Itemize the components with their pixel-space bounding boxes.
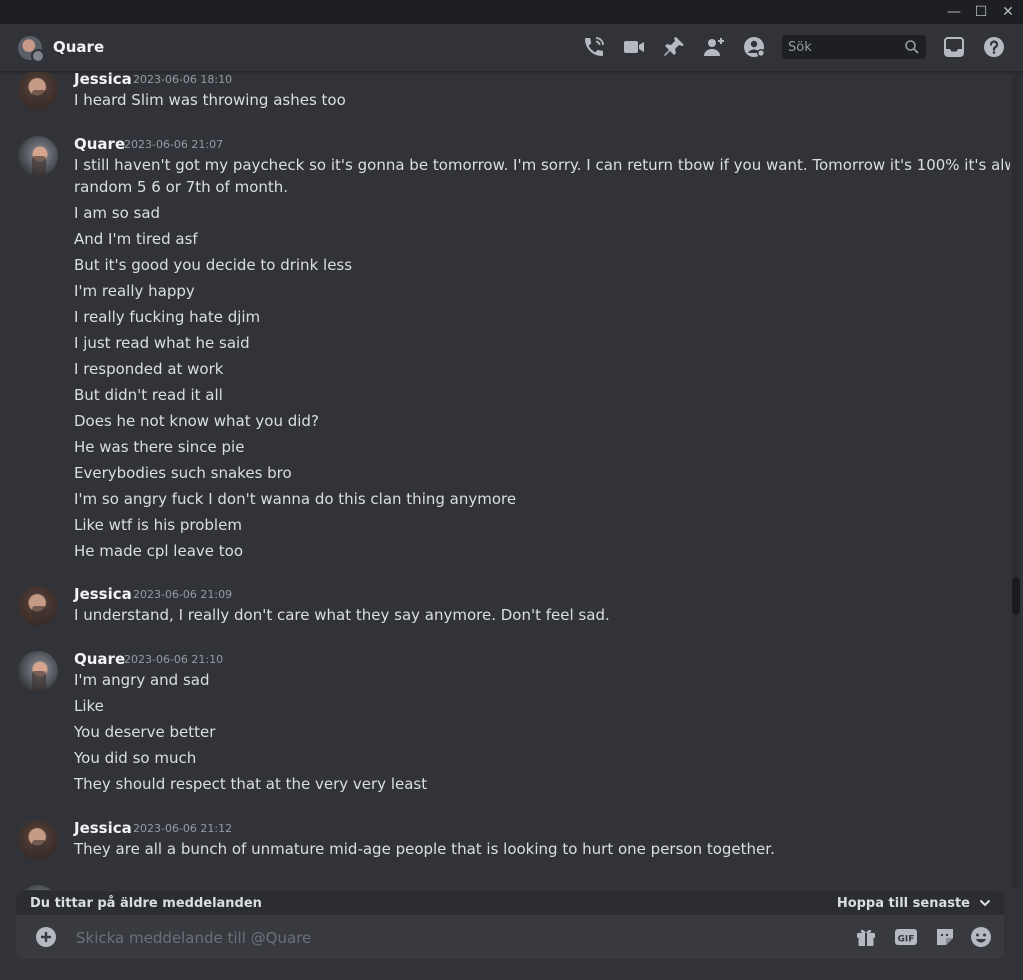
message-text: You deserve better	[74, 723, 216, 741]
message-text: I still haven't got my paycheck so it's …	[74, 156, 1010, 174]
message-text: Everybodies such snakes bro	[74, 464, 292, 482]
gif-icon[interactable]: GIF	[894, 925, 918, 949]
message-text: I'm really happy	[74, 282, 195, 300]
message-text: I'm so angry fuck I don't wanna do this …	[74, 490, 517, 508]
scrollbar-track[interactable]	[1012, 72, 1020, 890]
author-name[interactable]: Jessica	[74, 585, 132, 603]
jump-to-present-button[interactable]: Hoppa till senaste	[837, 896, 970, 911]
message-text: I really fucking hate djim	[74, 308, 261, 326]
emoji-icon[interactable]	[969, 925, 993, 949]
message-timestamp: 2023-06-06 21:07	[124, 138, 224, 151]
message-text: They should respect that at the very ver…	[74, 775, 428, 793]
author-avatar[interactable]	[18, 72, 58, 110]
search-box[interactable]	[782, 35, 926, 59]
dm-avatar[interactable]	[18, 36, 45, 63]
message-text: random 5 6 or 7th of month.	[74, 178, 289, 196]
plus-icon[interactable]	[34, 925, 58, 949]
message-text: But didn't read it all	[74, 386, 223, 404]
message-text: He was there since pie	[74, 438, 245, 456]
older-messages-label: Du tittar på äldre meddelanden	[30, 896, 262, 911]
message-text: I am so sad	[74, 204, 161, 222]
pin-icon[interactable]	[662, 35, 686, 59]
message-timestamp: 2023-06-06 21:09	[133, 588, 233, 601]
chevron-down-icon[interactable]	[978, 896, 992, 910]
status-indicator	[31, 49, 45, 63]
maximize-button[interactable]: ☐	[967, 0, 995, 24]
inbox-icon[interactable]	[942, 35, 966, 59]
older-messages-bar[interactable]: Du tittar på äldre meddelanden Hoppa til…	[16, 891, 1004, 917]
author-name[interactable]: Quare	[74, 135, 125, 153]
avatar-photo	[32, 156, 46, 176]
author-avatar[interactable]	[18, 136, 58, 176]
message-text: But it's good you decide to drink less	[74, 256, 353, 274]
video-icon[interactable]	[622, 35, 646, 59]
message-timestamp: 2023-06-06 18:10	[133, 73, 233, 86]
search-icon	[905, 40, 919, 54]
message-text: They are all a bunch of unmature mid-age…	[74, 840, 775, 858]
help-icon[interactable]	[982, 35, 1006, 59]
add-friend-icon[interactable]	[702, 35, 726, 59]
window-titlebar: — ☐ ✕	[0, 0, 1023, 24]
author-avatar[interactable]	[18, 651, 58, 691]
message-list[interactable]: Jessica 2023-06-06 18:10 I heard Slim wa…	[0, 72, 1010, 890]
message-text: I responded at work	[74, 360, 224, 378]
close-window-button[interactable]: ✕	[994, 0, 1022, 24]
message-text: I'm angry and sad	[74, 671, 210, 689]
sticker-icon[interactable]	[933, 925, 957, 949]
message-text: You did so much	[74, 749, 197, 767]
message-text: I just read what he said	[74, 334, 250, 352]
profile-icon[interactable]	[742, 35, 766, 59]
author-name[interactable]: Jessica	[74, 72, 132, 88]
avatar-photo	[32, 671, 46, 691]
message-text: I understand, I really don't care what t…	[74, 606, 610, 624]
message-input[interactable]	[74, 925, 838, 951]
message-timestamp: 2023-06-06 21:10	[124, 653, 224, 666]
message-composer: GIF	[16, 915, 1004, 959]
message-text: Like wtf is his problem	[74, 516, 242, 534]
message-text: I heard Slim was throwing ashes too	[74, 91, 346, 109]
avatar-photo	[32, 90, 46, 110]
author-avatar[interactable]	[18, 586, 58, 626]
message-text: He made cpl leave too	[74, 542, 243, 560]
call-icon[interactable]	[582, 35, 606, 59]
message-text: Like	[74, 697, 104, 715]
author-name[interactable]: Quare	[74, 650, 125, 668]
gif-label: GIF	[898, 935, 915, 945]
message-text: And I'm tired asf	[74, 230, 198, 248]
author-avatar[interactable]	[18, 820, 58, 860]
gift-icon[interactable]	[854, 925, 878, 949]
minimize-button[interactable]: —	[940, 0, 968, 24]
dm-title[interactable]: Quare	[53, 38, 104, 56]
search-input[interactable]	[782, 35, 900, 59]
message-text: Does he not know what you did?	[74, 412, 319, 430]
author-avatar[interactable]	[18, 885, 58, 890]
author-name[interactable]: Jessica	[74, 819, 132, 837]
avatar-photo	[32, 606, 46, 626]
scrollbar-thumb[interactable]	[1012, 577, 1020, 615]
message-timestamp: 2023-06-06 21:12	[133, 822, 233, 835]
avatar-photo	[32, 840, 46, 860]
channel-header: Quare	[0, 24, 1023, 72]
